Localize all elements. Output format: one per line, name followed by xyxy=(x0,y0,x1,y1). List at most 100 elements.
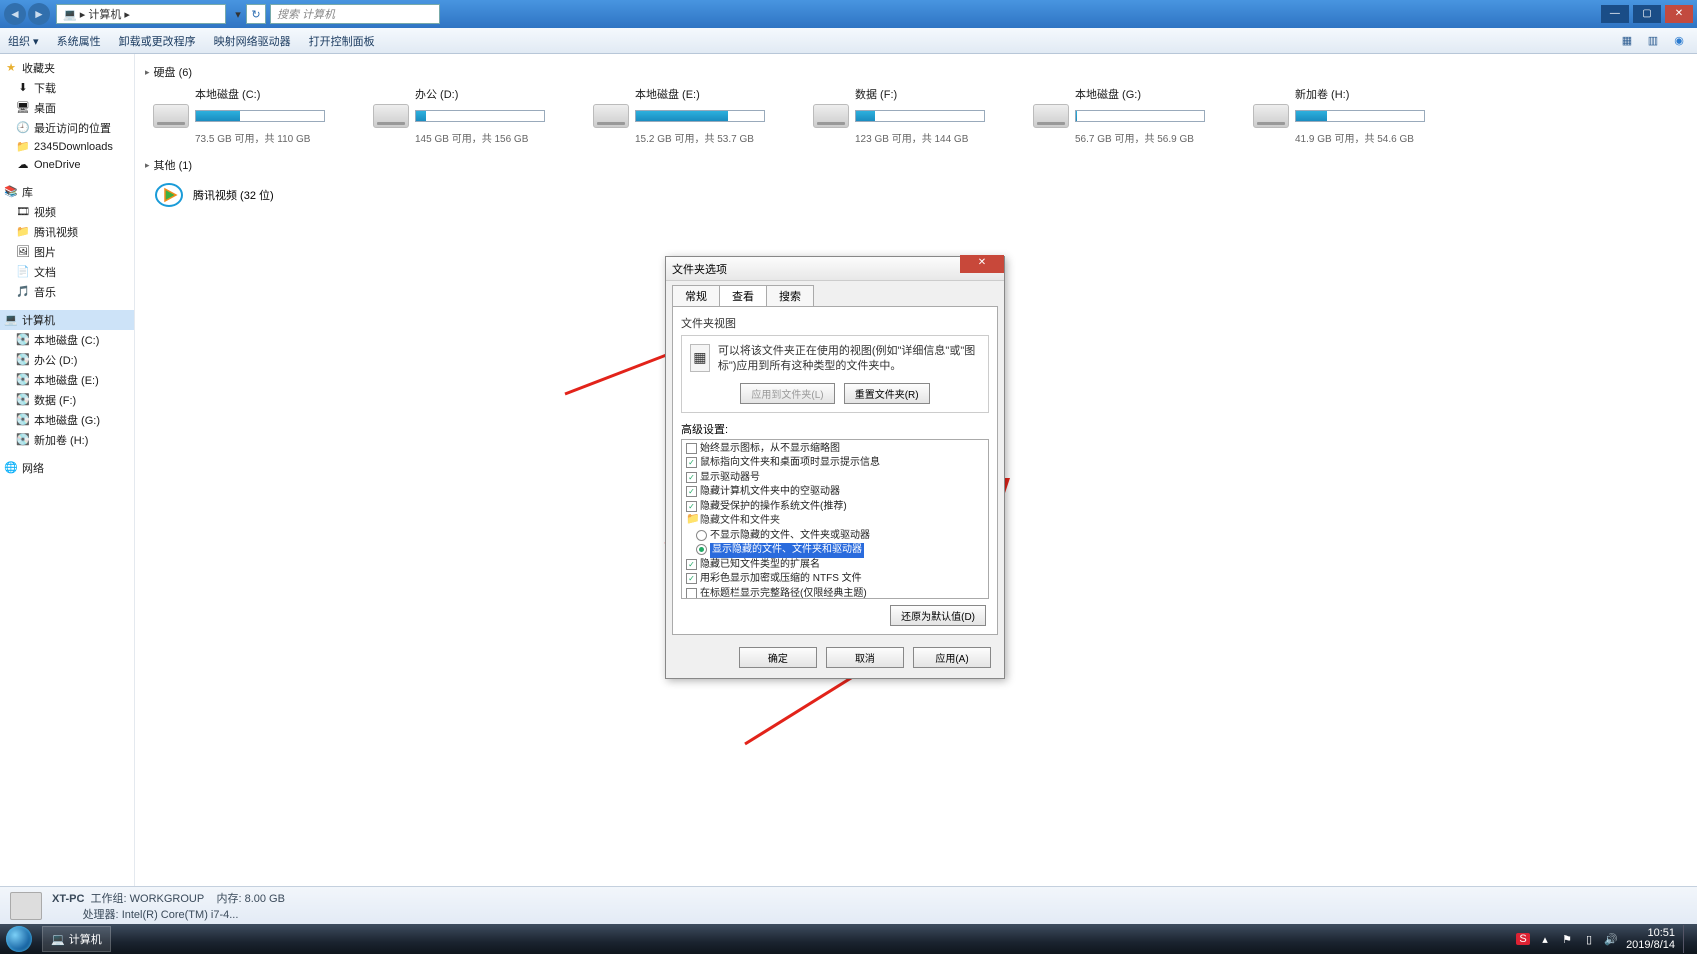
adv-checkbox-option[interactable]: ✓鼠标指向文件夹和桌面项时显示提示信息 xyxy=(686,456,984,471)
drive-usage-bar xyxy=(415,110,545,122)
advanced-settings-list[interactable]: 始终显示图标，从不显示缩略图✓鼠标指向文件夹和桌面项时显示提示信息✓显示驱动器号… xyxy=(681,439,989,599)
toolbar-control-panel[interactable]: 打开控制面板 xyxy=(309,33,375,49)
volume-icon[interactable]: 🔊 xyxy=(1604,933,1618,946)
other-section-head[interactable]: 其他 (1) xyxy=(145,157,1687,173)
adv-radio-option[interactable]: 显示隐藏的文件、文件夹和驱动器 xyxy=(686,543,984,558)
toolbar-uninstall[interactable]: 卸载或更改程序 xyxy=(119,33,196,49)
sidebar-item-downloads[interactable]: ⬇下载 xyxy=(0,78,134,98)
sidebar-item-drive-h[interactable]: 💽新加卷 (H:) xyxy=(0,430,134,450)
sidebar-item-drive-d[interactable]: 💽办公 (D:) xyxy=(0,350,134,370)
dialog-titlebar[interactable]: 文件夹选项 ✕ xyxy=(666,257,1004,281)
sogou-ime-icon[interactable]: S xyxy=(1516,933,1530,945)
sidebar-network-head[interactable]: 🌐网络 xyxy=(0,458,134,478)
drive-icon xyxy=(1253,104,1289,128)
computer-icon: 💻 xyxy=(4,313,18,327)
search-input[interactable]: 搜索 计算机 xyxy=(270,4,440,24)
address-dropdown-icon[interactable]: ▾ xyxy=(230,8,246,21)
cancel-button[interactable]: 取消 xyxy=(826,647,904,668)
other-item-tencent[interactable]: 腾讯视频 (32 位) xyxy=(153,179,1687,211)
drive-stats: 41.9 GB 可用，共 54.6 GB xyxy=(1295,130,1433,145)
drive-item[interactable]: 新加卷 (H:)41.9 GB 可用，共 54.6 GB xyxy=(1253,86,1433,145)
taskbar-item-label: 计算机 xyxy=(69,931,102,947)
sidebar-item-drive-g[interactable]: 💽本地磁盘 (G:) xyxy=(0,410,134,430)
drive-item[interactable]: 本地磁盘 (C:)73.5 GB 可用，共 110 GB xyxy=(153,86,333,145)
refresh-button[interactable]: ↻ xyxy=(246,4,266,24)
tray-expand-icon[interactable]: ▴ xyxy=(1538,933,1552,946)
adv-checkbox-option[interactable]: ✓用彩色显示加密或压缩的 NTFS 文件 xyxy=(686,572,984,587)
network-icon[interactable]: ▯ xyxy=(1582,933,1596,946)
drive-label: 本地磁盘 (E:) xyxy=(635,86,773,102)
sidebar-item-tencent[interactable]: 📁腾讯视频 xyxy=(0,222,134,242)
nav-forward-button[interactable]: ► xyxy=(28,3,50,25)
sidebar-item-desktop[interactable]: 🖥桌面 xyxy=(0,98,134,118)
tab-general[interactable]: 常规 xyxy=(672,285,720,306)
view-options-icon[interactable]: ▦ xyxy=(1617,32,1637,50)
folder-view-icon: ▦ xyxy=(690,344,710,372)
library-icon: 📚 xyxy=(4,185,18,199)
sidebar-item-drive-e[interactable]: 💽本地磁盘 (E:) xyxy=(0,370,134,390)
adv-checkbox-option[interactable]: 始终显示图标，从不显示缩略图 xyxy=(686,442,984,457)
minimize-button[interactable]: — xyxy=(1601,5,1629,23)
taskbar-item-explorer[interactable]: 💻 计算机 xyxy=(42,926,111,952)
tab-view[interactable]: 查看 xyxy=(719,285,767,306)
sidebar-computer-head[interactable]: 💻计算机 xyxy=(0,310,134,330)
help-icon[interactable]: ◉ xyxy=(1669,32,1689,50)
cloud-icon: ☁ xyxy=(16,158,30,172)
drive-item[interactable]: 本地磁盘 (G:)56.7 GB 可用，共 56.9 GB xyxy=(1033,86,1213,145)
checkbox-icon: ✓ xyxy=(686,472,697,483)
tab-search[interactable]: 搜索 xyxy=(766,285,814,306)
apply-to-folders-button[interactable]: 应用到文件夹(L) xyxy=(740,383,834,404)
window-buttons: — ▢ ✕ xyxy=(1600,5,1693,23)
adv-tree-node: 📁隐藏文件和文件夹 xyxy=(686,514,984,529)
reset-folders-button[interactable]: 重置文件夹(R) xyxy=(844,383,930,404)
sidebar-item-onedrive[interactable]: ☁OneDrive xyxy=(0,156,134,174)
drive-item[interactable]: 数据 (F:)123 GB 可用，共 144 GB xyxy=(813,86,993,145)
adv-checkbox-option[interactable]: ✓隐藏计算机文件夹中的空驱动器 xyxy=(686,485,984,500)
address-bar[interactable]: 💻 ▸ 计算机 ▸ xyxy=(56,4,226,24)
sidebar-item-documents[interactable]: 📄文档 xyxy=(0,262,134,282)
folder-options-dialog: 文件夹选项 ✕ 常规 查看 搜索 文件夹视图 ▦ 可以将该文件夹正在使用的视图(… xyxy=(665,256,1005,679)
adv-radio-option[interactable]: 不显示隐藏的文件、文件夹或驱动器 xyxy=(686,529,984,544)
drive-item[interactable]: 办公 (D:)145 GB 可用，共 156 GB xyxy=(373,86,553,145)
sidebar-libraries-head[interactable]: 📚库 xyxy=(0,182,134,202)
drive-icon: 💽 xyxy=(16,413,30,427)
taskbar-clock[interactable]: 10:51 2019/8/14 xyxy=(1626,927,1675,951)
sidebar-item-videos[interactable]: 🎞视频 xyxy=(0,202,134,222)
drive-item[interactable]: 本地磁盘 (E:)15.2 GB 可用，共 53.7 GB xyxy=(593,86,773,145)
toolbar-system-properties[interactable]: 系统属性 xyxy=(57,33,101,49)
apply-button[interactable]: 应用(A) xyxy=(913,647,991,668)
sidebar-favorites-head[interactable]: ★收藏夹 xyxy=(0,58,134,78)
explorer-icon: 💻 xyxy=(51,933,65,946)
sidebar-item-recent[interactable]: 🕘最近访问的位置 xyxy=(0,118,134,138)
toolbar-organize[interactable]: 组织 ▾ xyxy=(8,33,39,49)
restore-defaults-button[interactable]: 还原为默认值(D) xyxy=(890,605,986,626)
explorer-toolbar: 组织 ▾ 系统属性 卸载或更改程序 映射网络驱动器 打开控制面板 ▦ ▥ ◉ xyxy=(0,28,1697,54)
adv-checkbox-option[interactable]: ✓显示驱动器号 xyxy=(686,471,984,486)
ok-button[interactable]: 确定 xyxy=(739,647,817,668)
start-button[interactable] xyxy=(0,924,38,954)
folder-icon: 📁 xyxy=(16,225,30,239)
adv-checkbox-option[interactable]: ✓隐藏已知文件类型的扩展名 xyxy=(686,558,984,573)
toolbar-map-drive[interactable]: 映射网络驱动器 xyxy=(214,33,291,49)
dialog-close-button[interactable]: ✕ xyxy=(960,255,1004,273)
sidebar-item-music[interactable]: 🎵音乐 xyxy=(0,282,134,302)
address-sep-icon: ▸ xyxy=(124,8,130,21)
sidebar-item-pictures[interactable]: 🖼图片 xyxy=(0,242,134,262)
show-desktop-button[interactable] xyxy=(1683,925,1691,953)
computer-icon: 💻 xyxy=(63,8,77,21)
sidebar-item-2345[interactable]: 📁2345Downloads xyxy=(0,138,134,156)
adv-checkbox-option[interactable]: 在标题栏显示完整路径(仅限经典主题) xyxy=(686,587,984,599)
maximize-button[interactable]: ▢ xyxy=(1633,5,1661,23)
preview-pane-icon[interactable]: ▥ xyxy=(1643,32,1663,50)
action-center-icon[interactable]: ⚑ xyxy=(1560,933,1574,946)
sidebar-item-drive-f[interactable]: 💽数据 (F:) xyxy=(0,390,134,410)
drive-usage-bar xyxy=(1075,110,1205,122)
drive-icon xyxy=(373,104,409,128)
nav-back-button[interactable]: ◄ xyxy=(4,3,26,25)
sidebar-item-drive-c[interactable]: 💽本地磁盘 (C:) xyxy=(0,330,134,350)
drives-section-head[interactable]: 硬盘 (6) xyxy=(145,64,1687,80)
drive-usage-bar xyxy=(195,110,325,122)
close-button[interactable]: ✕ xyxy=(1665,5,1693,23)
drive-stats: 56.7 GB 可用，共 56.9 GB xyxy=(1075,130,1213,145)
adv-checkbox-option[interactable]: ✓隐藏受保护的操作系统文件(推荐) xyxy=(686,500,984,515)
